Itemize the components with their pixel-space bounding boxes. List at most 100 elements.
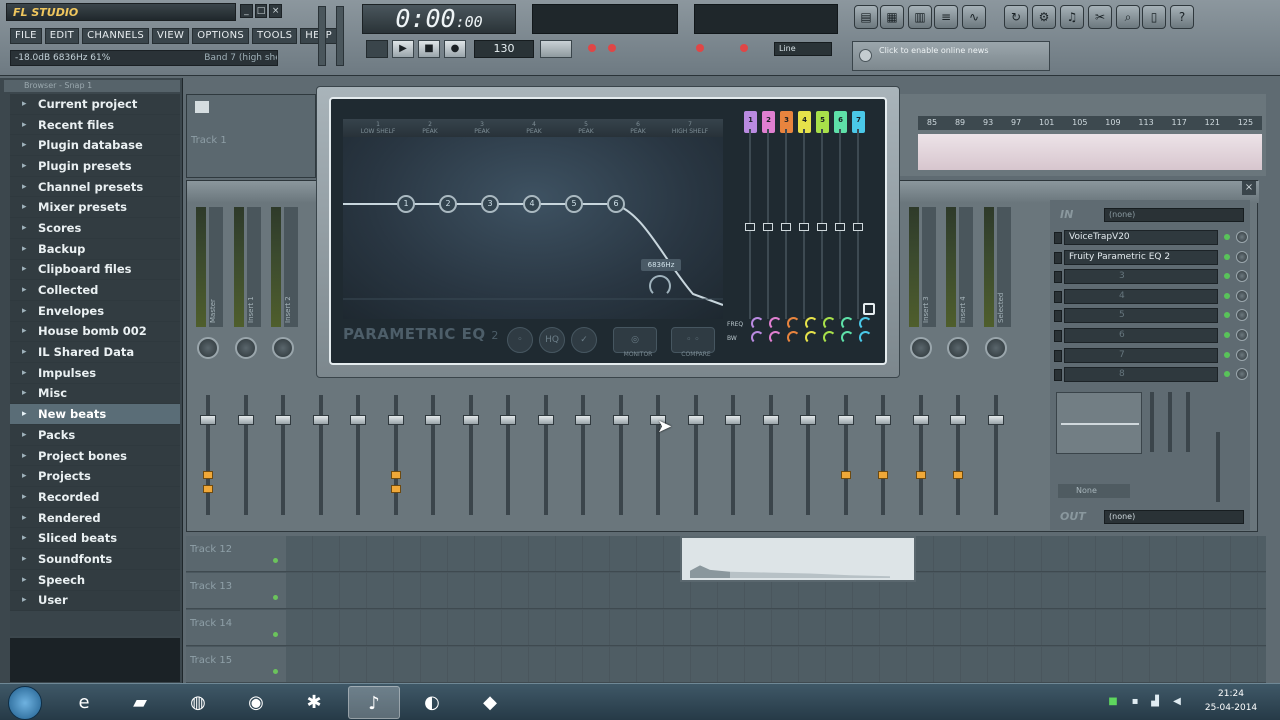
browser-icon[interactable]: ∿: [962, 5, 986, 29]
fx-slot-menu[interactable]: [1054, 290, 1062, 303]
band-handle[interactable]: 3: [481, 195, 499, 213]
fx-mix-knob[interactable]: [1236, 329, 1248, 341]
browser-item[interactable]: ▸ Recent files: [10, 114, 180, 136]
channel-rack-icon[interactable]: ▥: [908, 5, 932, 29]
browser-item[interactable]: ▸ Backup: [10, 238, 180, 260]
menu-tools[interactable]: TOOLS: [252, 28, 298, 44]
volume-fader[interactable]: [537, 415, 554, 425]
band-bw-knob[interactable]: [823, 331, 836, 344]
mixer-icon[interactable]: ≡: [934, 5, 958, 29]
send-led[interactable]: [203, 485, 213, 493]
route-led[interactable]: [878, 471, 888, 479]
band-gain-slider[interactable]: [745, 129, 755, 319]
eq-gain-slider-2[interactable]: [1168, 392, 1172, 452]
browser-item[interactable]: ▸ Clipboard files: [10, 259, 180, 281]
fx-slot[interactable]: 4: [1064, 288, 1218, 304]
browser-item[interactable]: ▸ Sliced beats: [10, 528, 180, 550]
cpu-icon[interactable]: ⚙: [1032, 5, 1056, 29]
eq-gain-slider-1[interactable]: [1150, 392, 1154, 452]
band-bw-knob[interactable]: [859, 331, 872, 344]
fx-mix-knob[interactable]: [1236, 270, 1248, 283]
output-select[interactable]: (none): [1104, 510, 1244, 524]
browser-item[interactable]: ▸ Scores: [10, 218, 180, 239]
fl-studio-task-icon[interactable]: ♪: [348, 686, 400, 719]
browser-item[interactable]: ▸ Rendered: [10, 507, 180, 529]
fx-mix-knob[interactable]: [1236, 309, 1248, 322]
piano-roll-icon[interactable]: ▦: [880, 5, 904, 29]
browser-item[interactable]: ▸ Plugin presets: [10, 156, 180, 177]
mixer-strip[interactable]: Insert 3: [904, 205, 938, 525]
mixer-eq-thumbnail[interactable]: [1056, 392, 1142, 454]
volume-fader[interactable]: [950, 415, 966, 425]
track-header[interactable]: Track 13: [186, 573, 286, 609]
menu-channels[interactable]: CHANNELS: [82, 28, 150, 44]
tempo-display[interactable]: 130: [474, 40, 534, 58]
band-handle[interactable]: 1: [397, 195, 415, 213]
metronome-led[interactable]: [608, 44, 616, 52]
volume-fader[interactable]: [762, 415, 779, 425]
browser-item[interactable]: ▸ Plugin database: [10, 135, 180, 157]
fx-slot[interactable]: 6: [1064, 328, 1218, 343]
system-clock[interactable]: 21:24 25-04-2014: [1196, 687, 1266, 717]
fx-mix-knob[interactable]: [1236, 348, 1248, 361]
loop-led[interactable]: [740, 44, 748, 52]
fx-enable-led[interactable]: [1224, 351, 1230, 358]
volume-fader[interactable]: [725, 415, 741, 425]
snap-select[interactable]: Line: [774, 42, 832, 56]
pan-knob[interactable]: [272, 337, 294, 359]
mixer-strip[interactable]: Insert 1: [229, 205, 263, 525]
online-news-panel[interactable]: Click to enable online news: [852, 41, 1050, 71]
browser-item[interactable]: ▸ IL Shared Data: [10, 342, 180, 363]
fx-mix-knob[interactable]: [1236, 231, 1248, 243]
eq-monitor-button[interactable]: ◎: [613, 327, 657, 353]
volume-fader[interactable]: [875, 415, 891, 425]
volume-fader[interactable]: [500, 415, 516, 425]
fx-slot-menu[interactable]: [1054, 330, 1062, 342]
menu-edit[interactable]: EDIT: [44, 28, 80, 44]
volume-fader[interactable]: [425, 415, 441, 425]
route-led[interactable]: [953, 471, 963, 479]
volume-fader[interactable]: [312, 415, 329, 425]
browser-item[interactable]: ▸ Mixer presets: [10, 197, 180, 219]
network-icon[interactable]: ▟: [1148, 696, 1162, 708]
band-tab[interactable]: 7 HIGH SHELF: [665, 121, 715, 135]
volume-fader[interactable]: [200, 415, 216, 425]
eq-check-button[interactable]: ✓: [571, 327, 597, 353]
volume-fader[interactable]: [837, 415, 854, 425]
eq-corner-toggle[interactable]: [863, 303, 875, 315]
band-gain-slider[interactable]: [817, 129, 827, 319]
fx-slot-menu[interactable]: [1054, 369, 1062, 382]
volume-fader[interactable]: [987, 415, 1004, 425]
fx-enable-led[interactable]: [1224, 312, 1230, 319]
fx-enable-led[interactable]: [1224, 234, 1230, 240]
fx-enable-led[interactable]: [1224, 273, 1230, 280]
band-gain-slider[interactable]: [853, 129, 863, 319]
fx-slot[interactable]: 3: [1064, 269, 1218, 285]
record-led[interactable]: [588, 44, 596, 52]
fx-slot[interactable]: Fruity Parametric EQ 2: [1064, 249, 1218, 265]
app-purple-icon[interactable]: ◐: [406, 686, 458, 719]
route-led[interactable]: [840, 471, 851, 479]
fx-slot-menu[interactable]: [1054, 232, 1062, 244]
browser-item[interactable]: ▸ Channel presets: [10, 176, 180, 198]
fx-enable-led[interactable]: [1224, 253, 1230, 260]
media-icon[interactable]: ◍: [172, 686, 224, 719]
band-gain-handle[interactable]: [853, 223, 863, 231]
band-gain-handle[interactable]: [817, 223, 827, 231]
play-button[interactable]: ▶: [392, 40, 414, 58]
track-header[interactable]: Track 12: [186, 536, 286, 572]
fx-enable-led[interactable]: [1224, 332, 1230, 338]
stop-button[interactable]: ■: [418, 40, 440, 58]
route-led[interactable]: [390, 471, 401, 479]
volume-fader[interactable]: [350, 415, 366, 425]
mixer-strip[interactable]: Insert 2: [266, 205, 300, 525]
track-enable-led[interactable]: [273, 595, 278, 600]
browser-item[interactable]: ▸ Impulses: [10, 362, 180, 384]
band-bw-knob[interactable]: [769, 331, 782, 344]
fx-slot-menu[interactable]: [1054, 349, 1062, 362]
volume-fader[interactable]: [237, 415, 254, 425]
band-freq-knob[interactable]: [805, 317, 818, 330]
firefox-icon[interactable]: ◉: [230, 686, 282, 719]
fx-slot[interactable]: 7: [1064, 347, 1218, 363]
help-icon[interactable]: ?: [1170, 5, 1194, 29]
